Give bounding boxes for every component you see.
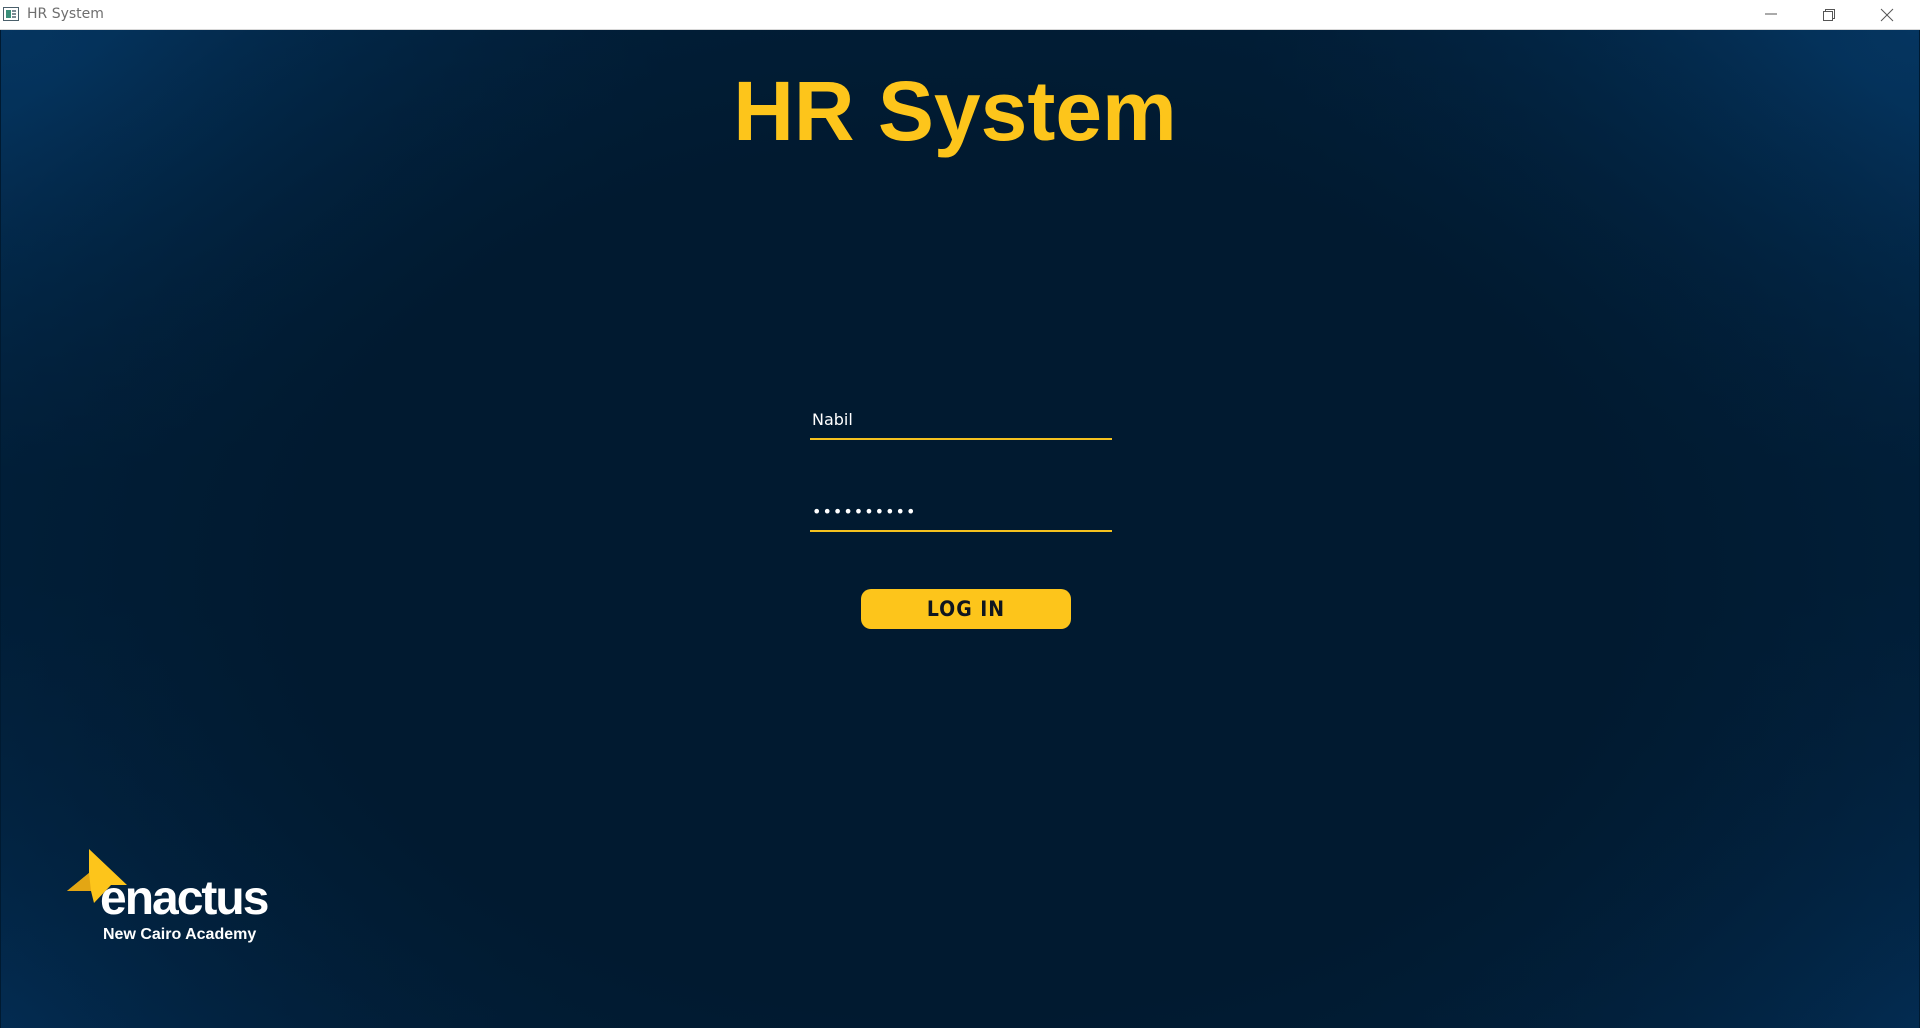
close-icon: [1880, 8, 1894, 22]
login-screen: HR System LOG IN enactus New Cairo Acade…: [1, 30, 1919, 1028]
title-bar: HR System: [0, 0, 1920, 30]
minimize-button[interactable]: [1742, 0, 1800, 29]
close-button[interactable]: [1858, 0, 1916, 29]
app-window: HR System HR System LOG IN: [0, 0, 1920, 1028]
minimize-icon: [1765, 13, 1777, 15]
password-input[interactable]: [810, 492, 1112, 532]
restore-icon: [1823, 9, 1835, 21]
logo-wordmark: enactus: [100, 872, 269, 925]
enactus-logo: enactus New Cairo Academy: [67, 849, 287, 979]
login-button[interactable]: LOG IN: [861, 589, 1071, 629]
restore-button[interactable]: [1800, 0, 1858, 29]
window-title: HR System: [27, 6, 104, 22]
logo-subtitle: New Cairo Academy: [103, 926, 257, 943]
page-title: HR System: [733, 64, 1177, 158]
app-icon: [3, 7, 19, 21]
username-input[interactable]: [810, 400, 1112, 440]
